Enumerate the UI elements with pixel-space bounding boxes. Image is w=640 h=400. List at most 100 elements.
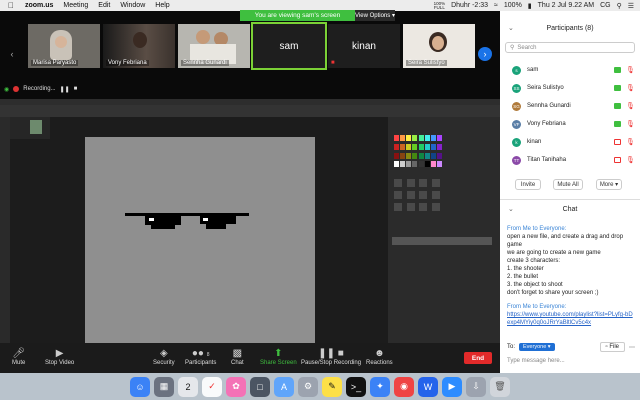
invite-button[interactable]: Invite [515, 179, 541, 190]
participant-row[interactable]: SS Seira Sulistyo 🎙︎ [500, 79, 640, 97]
avatar: k [512, 137, 521, 147]
mute-all-button[interactable]: Mute All [553, 179, 583, 190]
gallery-next-icon[interactable]: › [478, 47, 492, 61]
share-screen-button[interactable]: ⬆ Share Screen [260, 347, 297, 366]
stop-icon[interactable]: ■ [74, 86, 78, 92]
chat-link[interactable]: https://www.youtube.com/playlist?list=PL… [507, 311, 635, 327]
video-camera-icon: ▶ [55, 348, 64, 359]
participant-row[interactable]: TT Titan Tanihaha 🎙︎ [500, 151, 640, 169]
participants-button[interactable]: ●● 8 Participants [185, 347, 216, 366]
participant-name: Sennha Gunardi [527, 103, 571, 109]
battery-icon[interactable]: ▮ [528, 2, 532, 10]
mic-muted-icon[interactable]: 🎙︎ [626, 84, 635, 92]
file-button[interactable]: ▫ File [599, 342, 625, 352]
menu-app[interactable]: zoom.us [20, 2, 58, 9]
zoom-icon[interactable]: ▶ [442, 376, 462, 397]
video-tile-active[interactable]: sam [251, 22, 327, 70]
video-off-icon[interactable] [614, 157, 621, 163]
video-on-icon[interactable] [614, 67, 621, 73]
security-button[interactable]: ◈ Security [153, 347, 175, 366]
search-icon[interactable]: ⚲ [617, 2, 622, 10]
stop-video-button[interactable]: ▶ Stop Video [45, 347, 74, 366]
wifi-icon[interactable]: ≈ [494, 2, 498, 9]
participants-header: Participants (8) [546, 25, 594, 32]
reminders-icon[interactable]: ✓ [202, 376, 222, 397]
downloads-icon[interactable]: ⇩ [466, 376, 486, 397]
safari-icon[interactable]: ✦ [370, 376, 390, 397]
user-initials[interactable]: CG [600, 2, 611, 9]
shield-icon[interactable]: ◉ [4, 86, 9, 93]
more-options-icon[interactable]: ⋯ [629, 344, 635, 351]
launchpad-icon[interactable]: ▦ [154, 376, 174, 397]
recipient-select[interactable]: Everyone ▾ [519, 343, 555, 351]
video-tile[interactable]: Seira Sulistyo [403, 24, 475, 68]
menu-meeting[interactable]: Meeting [58, 2, 93, 9]
chat-button[interactable]: ▩ Chat [231, 347, 244, 366]
chrome-icon[interactable]: ◉ [394, 376, 414, 397]
sidebar: ⌄ Participants (8) ⚲ Search s sam 🎙︎ SS … [500, 11, 640, 373]
participants-search-input[interactable]: ⚲ Search [505, 42, 635, 53]
video-on-icon[interactable] [614, 85, 621, 91]
tool-grid [394, 179, 442, 213]
participant-row[interactable]: SG Sennha Gunardi 🎙︎ [500, 97, 640, 115]
search-icon: ⚲ [510, 45, 515, 51]
video-tile[interactable]: Marisa Paryasto [28, 24, 100, 68]
appstore-icon[interactable]: A [274, 376, 294, 397]
view-options-button[interactable]: View Options ▾ [355, 10, 395, 21]
participant-row[interactable]: k kinan 🎙︎ [500, 133, 640, 151]
shared-app-frames [10, 117, 50, 139]
video-on-icon[interactable] [614, 121, 621, 127]
chat-line: don't forget to share your screen ;) [507, 290, 599, 296]
video-off-icon[interactable] [614, 139, 621, 145]
gallery-prev-icon[interactable]: ‹ [6, 47, 18, 61]
preview-icon[interactable]: □ [250, 376, 270, 397]
meeting-controls: 🎤︎ Mute ▶ Stop Video ◈ Security ●● 8 Partici… [0, 343, 500, 373]
video-on-icon[interactable] [614, 103, 621, 109]
menu-window[interactable]: Window [115, 2, 150, 9]
chat-line: 1. the shooter [507, 266, 544, 272]
notes-icon[interactable]: ✎ [322, 376, 342, 397]
recording-label: Recording... [23, 86, 56, 92]
viewing-screen-banner: You are viewing sam's screen [240, 10, 355, 21]
file-icon: ▫ [605, 344, 608, 350]
mute-button[interactable]: 🎤︎ Mute [12, 347, 25, 366]
trash-icon[interactable]: 🗑︎ [490, 376, 510, 397]
chat-message-input[interactable]: Type message here... [507, 355, 635, 367]
mic-muted-icon[interactable]: 🎙︎ [626, 102, 635, 110]
terminal-icon[interactable]: >_ [346, 376, 366, 397]
photos-icon[interactable]: ✿ [226, 376, 246, 397]
calendar-icon[interactable]: 2 [178, 376, 198, 397]
clock[interactable]: Thu 2 Jul 9.22 AM [538, 2, 594, 9]
mic-muted-icon[interactable]: 🎙︎ [626, 156, 635, 164]
video-tile[interactable]: Sennha Gunardi [178, 24, 250, 68]
shared-app-left-panel [0, 117, 10, 349]
mic-muted-icon[interactable]: 🎙︎ [626, 120, 635, 128]
prayer-time[interactable]: Dhuhr -2:33 [451, 2, 488, 9]
chat-messages: From Me to Everyone: open a new file, an… [507, 225, 635, 327]
reactions-button[interactable]: ☻ Reactions [366, 347, 393, 366]
end-meeting-button[interactable]: End [464, 352, 492, 364]
chat-sender: From Me to Everyone: [507, 226, 567, 232]
menu-help[interactable]: Help [150, 2, 174, 9]
menu-edit[interactable]: Edit [93, 2, 115, 9]
more-button[interactable]: More ▾ [596, 179, 622, 190]
chat-line: 3. the object to shoot [507, 282, 563, 288]
control-center-icon[interactable]: ☰ [628, 2, 634, 10]
pause-icon[interactable]: ❚❚ [60, 86, 70, 93]
pause-recording-button[interactable]: ❚❚ ■ Pause/Stop Recording [301, 347, 361, 366]
video-tile[interactable]: Vony Febriana [103, 24, 175, 68]
participant-name: Seira Sulistyo [527, 85, 564, 91]
zoom-meeting-area: ‹ Marisa Paryasto Vony Febriana Sennha G… [0, 11, 500, 349]
mic-muted-icon[interactable]: 🎙︎ [626, 66, 635, 74]
apple-icon[interactable]:  [0, 1, 20, 10]
participant-row[interactable]: s sam 🎙︎ [500, 61, 640, 79]
video-tile[interactable]: kinan ■ [328, 24, 400, 68]
system-preferences-icon[interactable]: ⚙ [298, 376, 318, 397]
color-palette [394, 135, 442, 169]
participant-row[interactable]: VF Vony Febriana 🎙︎ [500, 115, 640, 133]
microphone-icon: 🎤︎ [12, 348, 26, 359]
mic-muted-icon[interactable]: 🎙︎ [626, 138, 635, 146]
word-icon[interactable]: W [418, 376, 438, 397]
video-gallery: Marisa Paryasto Vony Febriana Sennha Gun… [28, 22, 498, 70]
finder-icon[interactable]: ☺ [130, 376, 150, 397]
